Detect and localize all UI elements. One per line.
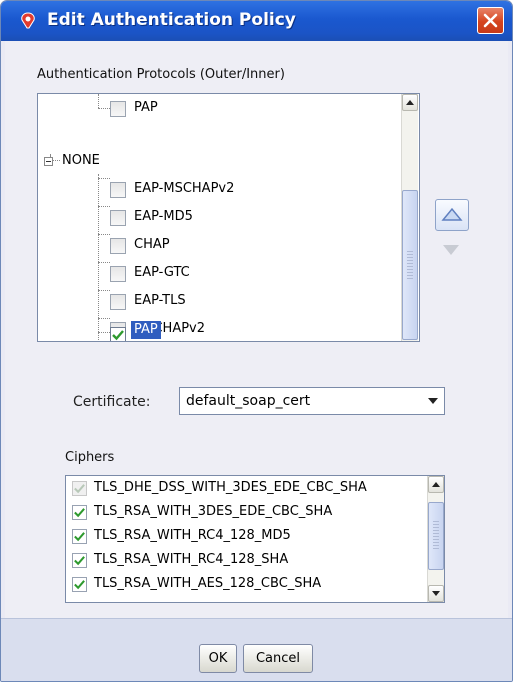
arrow-up-icon (406, 100, 414, 105)
move-up-button[interactable] (435, 199, 469, 231)
cipher-row[interactable]: TLS_RSA_WITH_3DES_EDE_CBC_SHA (66, 501, 426, 525)
tree-scrollbar[interactable] (401, 94, 418, 341)
scroll-thumb[interactable] (428, 502, 444, 570)
cipher-label: TLS_DHE_DSS_WITH_3DES_EDE_CBC_SHA (94, 480, 367, 495)
grip-icon (433, 521, 439, 551)
collapse-icon[interactable] (44, 157, 53, 166)
tree-item-label: EAP-TLS (134, 293, 186, 308)
cipher-row[interactable]: TLS_DHE_DSS_WITH_3DES_EDE_CBC_SHA (66, 477, 426, 501)
window-title: Edit Authentication Policy (47, 10, 296, 30)
eap-gtc-checkbox[interactable] (110, 266, 126, 282)
tree-item-label: PAP (134, 100, 158, 115)
tree-item-eap-tls[interactable]: EAP-TLS (38, 290, 418, 318)
tree-group-label: NONE (62, 153, 100, 168)
close-button[interactable] (477, 7, 504, 34)
triangle-up-icon (441, 207, 463, 221)
tree-item-label: EAP-GTC (134, 265, 190, 280)
pap-checkbox[interactable] (110, 101, 126, 117)
tree-item-eap-mschapv2[interactable]: EAP-MSCHAPv2 (38, 178, 418, 206)
tree-item-eap-gtc[interactable]: EAP-GTC (38, 262, 418, 290)
ciphers-list[interactable]: TLS_DHE_DSS_WITH_3DES_EDE_CBC_SHA TLS_RS… (65, 475, 445, 603)
scroll-thumb[interactable] (402, 190, 418, 340)
checkmark-icon (74, 484, 85, 494)
eap-md5-checkbox[interactable] (110, 210, 126, 226)
eap-mschapv2-checkbox[interactable] (110, 182, 126, 198)
triangle-down-icon (443, 245, 459, 255)
tree-item-pap[interactable]: PAP (38, 95, 418, 123)
checkmark-icon (112, 330, 124, 341)
tree-group-none[interactable]: NONE (38, 150, 418, 178)
app-icon (21, 12, 35, 29)
checkmark-icon (74, 556, 85, 566)
arrow-down-icon (432, 591, 440, 596)
chevron-down-icon (428, 398, 438, 404)
title-bar[interactable]: Edit Authentication Policy (1, 1, 512, 41)
cipher-label: TLS_RSA_WITH_RC4_128_SHA (94, 552, 289, 567)
ciphers-label: Ciphers (65, 450, 115, 465)
protocol-tree[interactable]: PAP NONE EAP-MSCHAPv2 EAP-MD5 CHAP EAP-G… (37, 93, 420, 342)
pap-checkbox-checked[interactable] (110, 327, 126, 341)
cipher-row[interactable]: TLS_RSA_WITH_RC4_128_SHA (66, 549, 426, 573)
cipher-label: TLS_RSA_WITH_RC4_128_MD5 (94, 528, 291, 543)
move-down-button[interactable] (435, 234, 469, 266)
cipher-row[interactable]: TLS_RSA_WITH_AES_128_CBC_SHA (66, 573, 426, 597)
checkmark-icon (74, 532, 85, 542)
scroll-down-button[interactable] (428, 585, 444, 602)
eap-tls-checkbox[interactable] (110, 294, 126, 310)
cipher-row[interactable]: TLS_RSA_WITH_RC4_128_MD5 (66, 525, 426, 549)
checkmark-icon (74, 508, 85, 518)
arrow-up-icon (432, 482, 440, 487)
cipher-label: TLS_RSA_WITH_3DES_EDE_CBC_SHA (94, 504, 333, 519)
tree-item-label: EAP-MD5 (134, 209, 193, 224)
cipher-checkbox[interactable] (72, 505, 87, 520)
tree-item-chap[interactable]: CHAP (38, 234, 418, 262)
dialog-window: Edit Authentication Policy Authenticatio… (0, 0, 513, 682)
cipher-checkbox[interactable] (72, 529, 87, 544)
cipher-label: TLS_RSA_WITH_AES_128_CBC_SHA (94, 576, 322, 591)
close-icon (483, 13, 498, 28)
certificate-label: Certificate: (73, 394, 151, 410)
certificate-value: default_soap_cert (186, 393, 311, 409)
cipher-checkbox[interactable] (72, 577, 87, 592)
certificate-select[interactable]: default_soap_cert (179, 387, 445, 415)
scroll-up-button[interactable] (402, 94, 418, 111)
cancel-button[interactable]: Cancel (243, 644, 313, 673)
ciphers-scrollbar[interactable] (427, 476, 444, 602)
ok-button[interactable]: OK (199, 644, 237, 673)
tree-item-label: EAP-MSCHAPv2 (134, 181, 235, 196)
grip-icon (407, 251, 413, 281)
cipher-checkbox-disabled (72, 481, 87, 496)
tree-item-eap-md5[interactable]: EAP-MD5 (38, 206, 418, 234)
cipher-checkbox[interactable] (72, 553, 87, 568)
chap-checkbox[interactable] (110, 238, 126, 254)
tree-item-pap-selected[interactable] (38, 324, 418, 341)
tree-item-label: CHAP (134, 237, 170, 252)
scroll-up-button[interactable] (428, 476, 444, 493)
checkmark-icon (74, 580, 85, 590)
protocols-label: Authentication Protocols (Outer/Inner) (37, 67, 285, 82)
button-bar: OK Cancel (1, 618, 512, 681)
selected-item-label: PAP (131, 321, 161, 339)
